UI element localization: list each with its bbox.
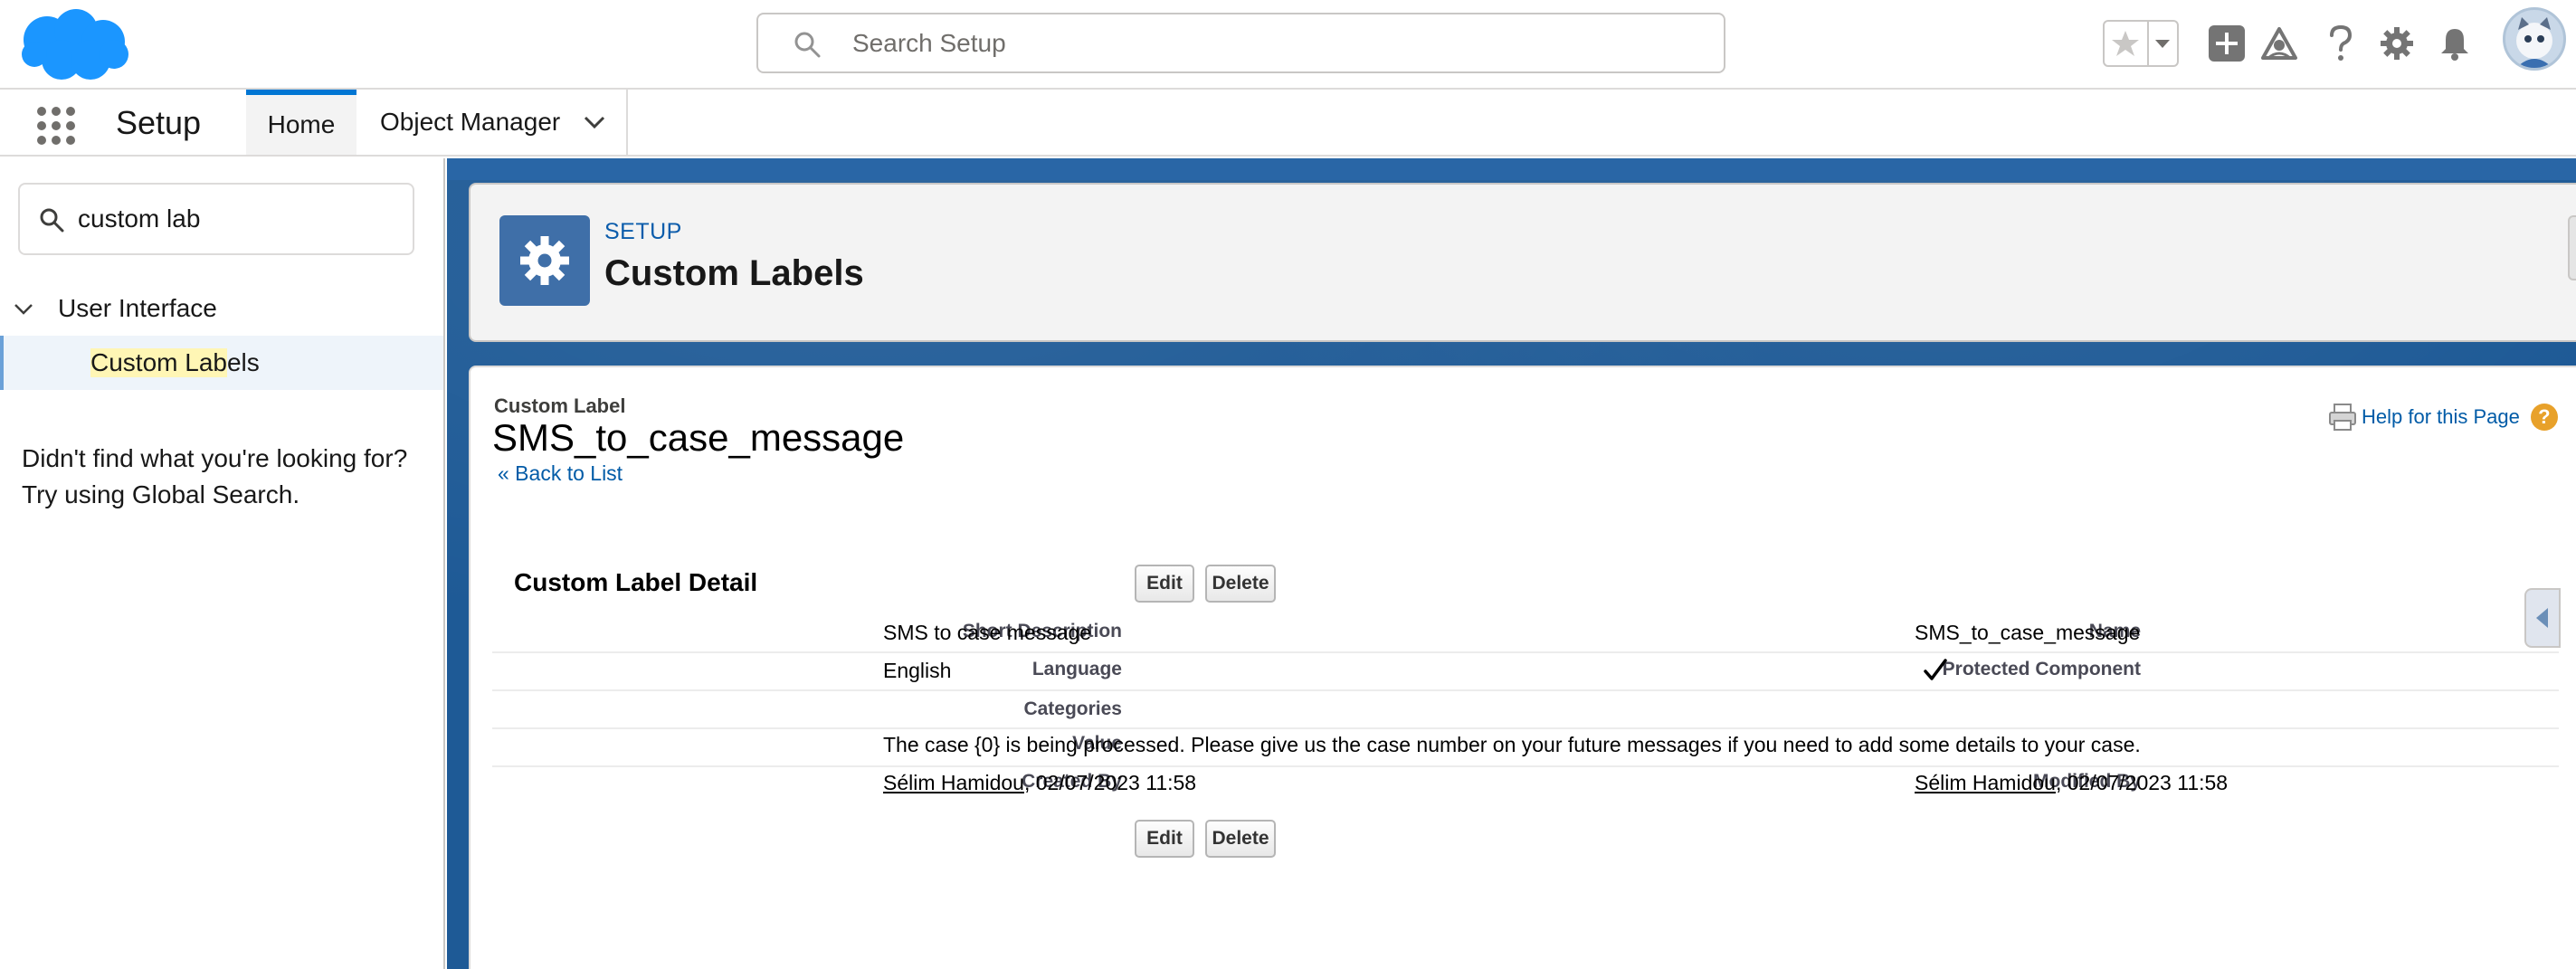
astro-avatar-icon [2516,17,2552,68]
section-title: Custom Label Detail [514,568,758,596]
delete-button-top[interactable]: Delete [1205,565,1276,603]
help-question-icon[interactable]: ? [2530,404,2558,431]
banner-stripe [447,158,2576,180]
help-link-label[interactable]: Help for this Page [2362,405,2520,429]
page-header-icon [499,215,590,306]
edit-button-top[interactable]: Edit [1135,565,1194,603]
page-title: Custom Labels [604,253,864,293]
hint-line-1: Didn't find what you're looking for? [22,444,408,472]
value-short-description: SMS to case message [883,621,1092,644]
favorites-list-button[interactable] [2149,22,2177,65]
tab-object-manager-label: Object Manager [380,108,561,136]
search-icon [40,208,64,233]
setup-button[interactable] [2374,20,2419,67]
side-panel-toggle[interactable] [2524,588,2561,648]
page-header: SETUP Custom Labels [469,183,2576,342]
global-search-box[interactable] [756,13,1725,73]
app-launcher-icon[interactable] [36,106,76,146]
app-nav-bar: Setup Home Object Manager [0,90,2576,157]
delete-button-bottom[interactable]: Delete [1205,820,1276,858]
trailhead-icon [2261,27,2297,60]
trailhead-guidance-button[interactable] [2257,20,2302,67]
value-language: English [883,659,952,682]
label-categories: Categories [1023,698,1122,719]
value-created-by: Sélim Hamidou, 02/07/2023 11:58 [883,771,1196,795]
tree-item-custom-labels[interactable]: Custom Lab els [0,336,443,390]
hint-line-2: Try using Global Search. [22,480,300,508]
modified-by-user-link[interactable]: Sélim Hamidou [1915,771,2056,794]
chevron-down-icon[interactable] [582,109,607,135]
search-match-highlight: Custom Lab [90,348,227,377]
help-icon [2330,24,2353,61]
value-value: The case {0} is being processed. Please … [883,733,2141,756]
global-actions-button[interactable] [2204,20,2249,67]
favorites-group [2103,20,2179,67]
salesforce-cloud-logo[interactable] [20,7,130,83]
tree-item-label-rest: els [226,348,260,376]
quick-find-box[interactable] [18,183,414,255]
caret-down-icon [2155,40,2171,48]
notifications-bell-icon [2441,29,2468,61]
page-header-kicker: SETUP [604,219,682,244]
row-divider [492,765,2559,767]
row-divider [492,651,2559,653]
avatar[interactable] [2503,7,2566,71]
settings-gear-icon [520,236,569,285]
created-by-date: , 02/07/2023 11:58 [1023,771,1197,794]
record-type-label: Custom Label [494,394,626,417]
row-divider [492,689,2559,691]
quick-find-input[interactable] [78,199,404,239]
printer-icon[interactable] [2327,402,2358,432]
help-for-this-page[interactable]: Help for this Page ? [2327,402,2558,432]
chevron-down-icon[interactable] [13,298,34,319]
settings-gear-icon [2381,27,2413,60]
setup-sidebar: User Interface Custom Labels Didn't find… [0,158,445,969]
tab-home[interactable]: Home [246,90,356,155]
tree-section-user-interface[interactable]: User Interface [13,290,217,328]
edit-button-bottom[interactable]: Edit [1135,820,1194,858]
checkmark-icon [1924,659,1947,680]
row-divider [492,727,2559,729]
notifications-button[interactable] [2432,20,2477,67]
tab-home-label: Home [267,110,336,138]
favorites-star-icon [2112,31,2140,56]
modified-by-date: , 02/07/2023 11:58 [2055,771,2229,794]
help-button[interactable] [2318,20,2363,67]
tab-object-manager[interactable]: Object Manager [356,90,628,155]
add-icon [2209,25,2245,62]
label-protected-component: Protected Component [1942,659,2141,679]
global-search-hint: Didn't find what you're looking for? Try… [22,441,438,513]
chevron-left-icon [2536,608,2548,628]
record-name-title: SMS_to_case_message [492,416,905,459]
app-name: Setup [116,104,202,141]
value-name: SMS_to_case_message [1915,621,2141,644]
created-by-user-link[interactable]: Sélim Hamidou [883,771,1024,794]
value-modified-by: Sélim Hamidou, 02/07/2023 11:58 [1915,771,2228,795]
global-search-input[interactable] [852,24,1667,63]
favorites-button[interactable] [2105,22,2149,65]
page-header-edge-tab [2568,215,2576,280]
search-icon [794,32,821,58]
global-header [0,0,2576,90]
back-to-list-link[interactable]: « Back to List [498,461,623,486]
tree-section-label: User Interface [58,294,217,322]
record-detail-card: Custom Label SMS_to_case_message « Back … [469,366,2576,969]
